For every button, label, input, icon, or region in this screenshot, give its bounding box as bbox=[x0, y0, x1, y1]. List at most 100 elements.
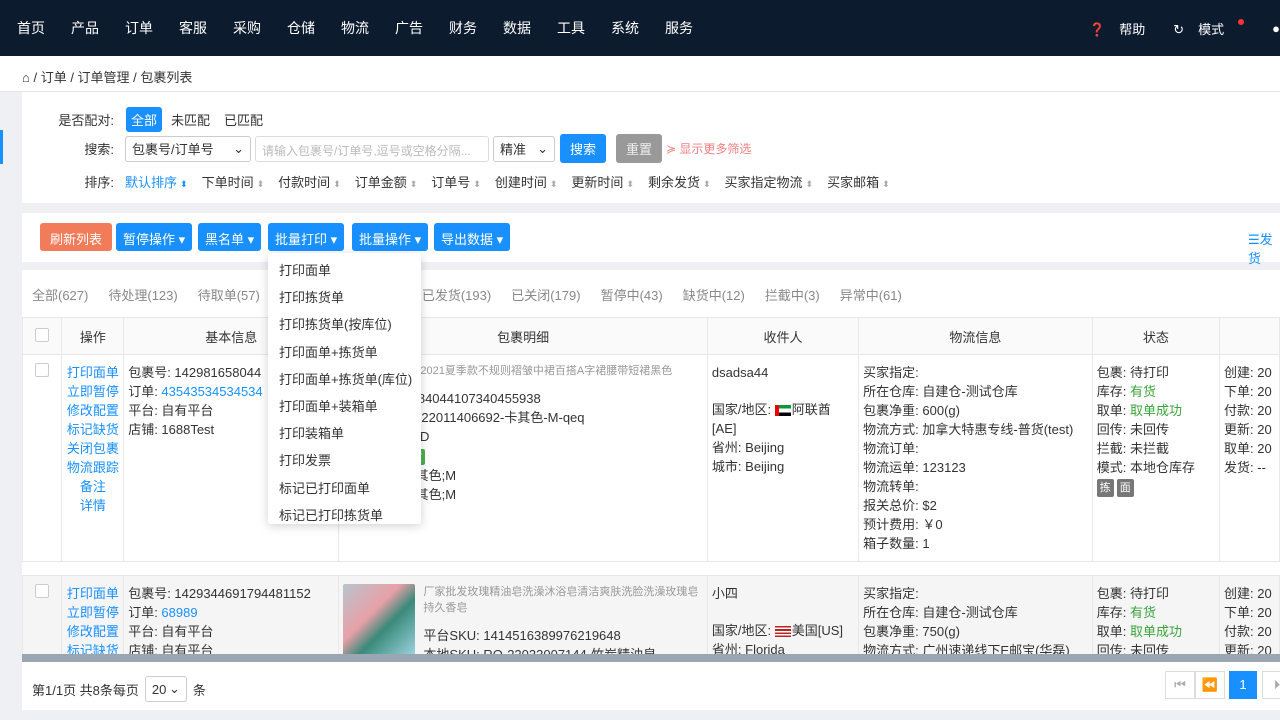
search-type-select[interactable]: 包裹号/订单号 ⌄ bbox=[125, 135, 251, 162]
status-value: 待打印 bbox=[1129, 586, 1169, 601]
batch-operation-menu-button[interactable]: 批量操作 ▾ bbox=[352, 223, 429, 251]
tab-item[interactable]: 缺货中(12) bbox=[683, 285, 745, 304]
sort-option[interactable]: 剩余发货 ⬍ bbox=[648, 172, 711, 191]
nav-item[interactable]: 服务 bbox=[652, 18, 706, 38]
nav-item[interactable]: 仓储 bbox=[274, 18, 328, 38]
sort-option[interactable]: 订单金额 ⬍ bbox=[355, 172, 418, 191]
row-op-link[interactable]: 修改配置 bbox=[63, 622, 123, 641]
show-more-filters[interactable]: ≽ 显示更多筛选 bbox=[666, 140, 751, 157]
detail-psku: 平台SKU: 1414516389976219648 bbox=[423, 628, 621, 643]
sort-option[interactable]: 付款时间 ⬍ bbox=[278, 172, 341, 191]
batch-print-menu-button[interactable]: 批量打印 ▾ bbox=[268, 223, 345, 251]
nav-item[interactable]: 首页 bbox=[0, 18, 58, 38]
sort-option[interactable]: 买家邮箱 ⬍ bbox=[827, 172, 890, 191]
help-button[interactable]: ❓ 帮助 bbox=[1089, 19, 1159, 38]
select-all-checkbox[interactable] bbox=[35, 327, 50, 342]
sort-option[interactable]: 更新时间 ⬍ bbox=[571, 172, 634, 191]
menu-item-print[interactable]: 打印装箱单 bbox=[268, 420, 421, 447]
prev-page-icon[interactable]: ⏪ bbox=[1195, 671, 1225, 699]
row-op-link[interactable]: 标记缺货 bbox=[63, 420, 123, 439]
nav-item[interactable]: 数据 bbox=[490, 18, 544, 38]
row-checkbox[interactable] bbox=[35, 363, 50, 377]
menu-item-print[interactable]: 标记已打印面单 bbox=[268, 475, 421, 502]
tab-item[interactable]: 已关闭(179) bbox=[511, 285, 580, 304]
sort-option[interactable]: 默认排序 ⬍ bbox=[125, 172, 188, 191]
nav-item[interactable]: 物流 bbox=[328, 18, 382, 38]
nav-item[interactable]: 客服 bbox=[166, 18, 220, 38]
row-op-link[interactable]: 立即暂停 bbox=[63, 382, 123, 401]
nav-item[interactable]: 订单 bbox=[112, 18, 166, 38]
spacer-cell bbox=[23, 562, 1280, 576]
status-line: 模式: 本地仓库存 bbox=[1097, 458, 1215, 477]
row-op-link[interactable]: 立即暂停 bbox=[63, 603, 123, 622]
menu-item-print[interactable]: 打印拣货单 bbox=[268, 284, 421, 311]
time-line: 下单: 20 bbox=[1224, 384, 1272, 399]
logistics-line: 包裹净重: 750(g) bbox=[863, 624, 960, 639]
tab-item[interactable]: 暂停中(43) bbox=[601, 285, 663, 304]
sort-option[interactable]: 下单时间 ⬍ bbox=[202, 172, 265, 191]
nav-item[interactable]: 广告 bbox=[382, 18, 436, 38]
package-list: 全部(627) 待处理(123) 待取单(57) 已发货(193) 已关闭(179) 暂停… bbox=[21, 270, 1280, 710]
match-all[interactable]: 全部 bbox=[126, 107, 163, 132]
status-label: 取单: bbox=[1096, 403, 1130, 418]
nav-item[interactable]: 系统 bbox=[598, 18, 652, 38]
row-op-link[interactable]: 物流跟踪 bbox=[63, 458, 123, 477]
tab-item[interactable]: 已发货(193) bbox=[422, 285, 491, 304]
nav-item[interactable]: 采购 bbox=[220, 18, 274, 38]
status-value: 有货 bbox=[1129, 384, 1156, 399]
ship-button[interactable]: ☰发货 bbox=[1248, 229, 1280, 267]
row-op-link[interactable]: 修改配置 bbox=[63, 401, 123, 420]
home-icon[interactable]: ⌂ bbox=[22, 70, 30, 85]
tab-item[interactable]: 全部(627) bbox=[32, 285, 88, 304]
first-page-icon[interactable]: ⏮ bbox=[1165, 671, 1195, 699]
next-page-icon[interactable]: ⏵ bbox=[1262, 671, 1280, 699]
menu-item-print[interactable]: 打印面单 bbox=[268, 257, 421, 284]
row-op-link[interactable]: 打印面单 bbox=[63, 363, 123, 382]
reset-button[interactable]: 重置 bbox=[616, 134, 663, 163]
export-menu-button[interactable]: 导出数据 ▾ bbox=[434, 223, 511, 251]
sort-arrows-icon: ⬍ bbox=[549, 179, 558, 189]
sort-option[interactable]: 订单号 ⬍ bbox=[431, 172, 481, 191]
menu-item-print[interactable]: 打印面单+拣货单(库位) bbox=[268, 366, 421, 393]
menu-item-print[interactable]: 标记已打印拣货单 bbox=[268, 502, 421, 529]
tab-item[interactable]: 待处理(123) bbox=[108, 285, 177, 304]
horizontal-scrollbar[interactable] bbox=[22, 654, 1280, 662]
mode-button[interactable]: ↻ 模式 bbox=[1173, 18, 1258, 38]
page-size-select[interactable]: 20 ⌄ bbox=[144, 676, 187, 702]
sort-option[interactable]: 创建时间 ⬍ bbox=[495, 172, 558, 191]
search-input[interactable]: 请输入包裹号/订单号,逗号或空格分隔... bbox=[255, 135, 489, 162]
pause-menu-button[interactable]: 暂停操作 ▾ bbox=[116, 223, 193, 251]
menu-item-print[interactable]: 打印面单+拣货单 bbox=[268, 339, 421, 366]
sort-arrows-icon: ⬍ bbox=[333, 179, 341, 189]
search-button[interactable]: 搜索 bbox=[560, 134, 607, 163]
match-unmatched[interactable]: 未匹配 bbox=[166, 107, 215, 132]
tab-item[interactable]: 待取单(57) bbox=[198, 285, 260, 304]
col-header-ops: 操作 bbox=[61, 317, 125, 355]
row-op-link[interactable]: 详情 bbox=[63, 496, 123, 515]
row-op-link[interactable]: 关闭包裹 bbox=[63, 439, 123, 458]
match-matched[interactable]: 已匹配 bbox=[219, 107, 268, 132]
nav-item[interactable]: 产品 bbox=[58, 18, 112, 38]
row-op-link[interactable]: 备注 bbox=[63, 477, 123, 496]
page-1-button[interactable]: 1 bbox=[1229, 671, 1257, 699]
row-checkbox[interactable] bbox=[35, 584, 50, 598]
user-icon[interactable]: ● bbox=[1272, 21, 1280, 36]
blacklist-menu-button[interactable]: 黑名单 ▾ bbox=[198, 223, 262, 251]
refresh-list-button[interactable]: 刷新列表 bbox=[40, 223, 112, 251]
sort-option[interactable]: 买家指定物流 ⬍ bbox=[725, 172, 814, 191]
menu-item-print[interactable]: 打印发票 bbox=[268, 447, 421, 474]
precision-select[interactable]: 精准 ⌄ bbox=[493, 135, 555, 162]
menu-item-print[interactable]: 打印拣货单(按库位) bbox=[268, 311, 421, 338]
time-line: 付款: 20 bbox=[1224, 403, 1272, 418]
toolbar: 刷新列表 暂停操作 ▾ 黑名单 ▾ 批量打印 ▾ 批量操作 ▾ 导出数据 ▾ ☰… bbox=[22, 213, 1280, 266]
row-op-link[interactable]: 打印面单 bbox=[63, 584, 123, 603]
col-header-recipient: 收件人 bbox=[706, 317, 860, 355]
nav-item[interactable]: 财务 bbox=[436, 18, 490, 38]
tab-item[interactable]: 异常中(61) bbox=[840, 285, 902, 304]
menu-item-print[interactable]: 打印面单+装箱单 bbox=[268, 393, 421, 420]
order-link[interactable]: 43543534534534 bbox=[161, 384, 262, 399]
status-label: 库存: bbox=[1096, 384, 1130, 399]
tab-item[interactable]: 拦截中(3) bbox=[765, 285, 820, 304]
order-link[interactable]: 68989 bbox=[161, 605, 197, 620]
nav-item[interactable]: 工具 bbox=[544, 18, 598, 38]
